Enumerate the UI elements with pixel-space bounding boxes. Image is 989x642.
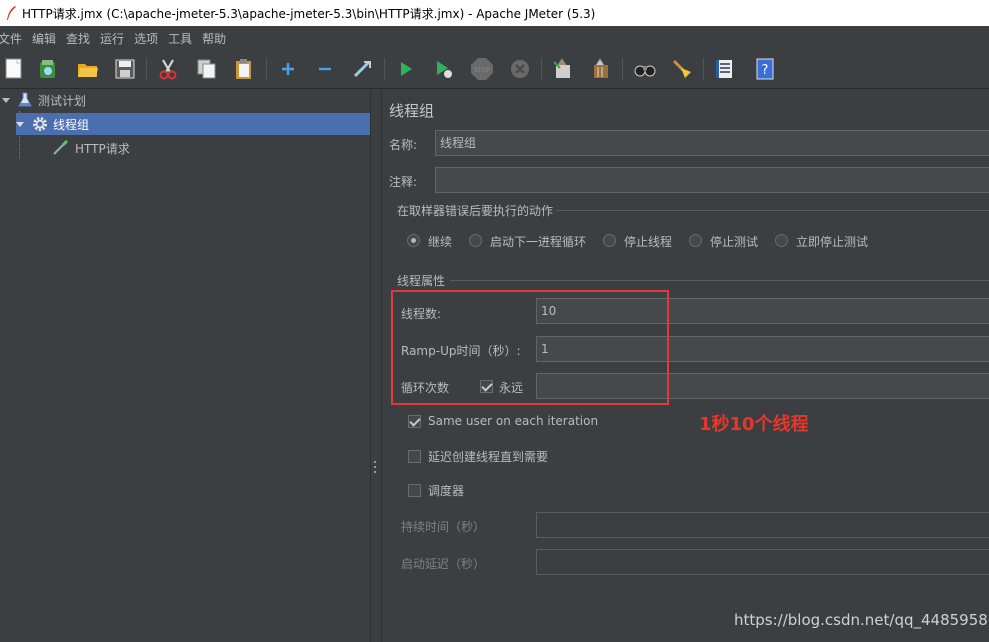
thread-properties-section-title: 线程属性 xyxy=(397,274,446,288)
menu-run[interactable]: 运行 xyxy=(100,30,124,47)
scheduler-checkbox[interactable] xyxy=(408,484,421,497)
radio-stop-test[interactable] xyxy=(689,234,702,247)
add-icon[interactable] xyxy=(276,57,300,81)
cut-icon[interactable] xyxy=(156,57,180,81)
duration-label: 持续时间（秒） xyxy=(401,520,486,534)
menu-search[interactable]: 查找 xyxy=(66,30,90,47)
panel-title: 线程组 xyxy=(389,102,435,120)
stop-icon[interactable]: STOP xyxy=(470,57,494,81)
tree-label: 测试计划 xyxy=(38,93,87,108)
menu-options[interactable]: 选项 xyxy=(134,30,158,47)
comment-input[interactable] xyxy=(435,167,989,193)
start-no-pauses-icon[interactable] xyxy=(432,57,456,81)
scheduler-label: 调度器 xyxy=(428,484,465,498)
radio-continue[interactable] xyxy=(407,234,420,247)
name-input[interactable]: 线程组 xyxy=(435,130,989,156)
watermark: https://blog.csdn.net/qq_44859586 xyxy=(734,611,989,629)
function-helper-icon[interactable] xyxy=(713,57,737,81)
tree-label: 线程组 xyxy=(53,117,90,132)
gear-icon xyxy=(33,117,47,131)
pipette-icon xyxy=(53,140,69,155)
clear-icon[interactable] xyxy=(551,57,575,81)
toggle-icon[interactable] xyxy=(351,57,375,81)
radio-stop-test-label: 停止测试 xyxy=(710,235,759,249)
help-icon[interactable]: ? xyxy=(753,57,777,81)
remove-icon[interactable] xyxy=(313,57,337,81)
radio-stop-test-now-label: 立即停止测试 xyxy=(796,235,869,249)
name-label: 名称: xyxy=(389,138,418,152)
annotation-highlight-box xyxy=(391,290,669,405)
menu-bar: 文件 编辑 查找 运行 选项 工具 帮助 xyxy=(0,26,989,50)
tree-item-test-plan[interactable]: 测试计划 xyxy=(0,89,86,111)
same-user-checkbox[interactable] xyxy=(408,415,421,428)
radio-stop-test-now[interactable] xyxy=(775,234,788,247)
svg-text:?: ? xyxy=(762,63,769,78)
tree-label: HTTP请求 xyxy=(75,141,130,156)
window-title: HTTP请求.jmx (C:\apache-jmeter-5.3\apache-… xyxy=(22,6,596,21)
open-folder-icon[interactable] xyxy=(76,57,100,81)
paste-icon[interactable] xyxy=(232,57,256,81)
duration-input xyxy=(536,512,989,538)
menu-help[interactable]: 帮助 xyxy=(202,30,226,47)
copy-icon[interactable] xyxy=(195,57,219,81)
search-binoculars-icon[interactable] xyxy=(633,57,657,81)
expand-arrow-icon[interactable] xyxy=(2,97,10,103)
same-user-label: Same user on each iteration xyxy=(428,414,599,428)
annotation-text: 1秒10个线程 xyxy=(699,414,809,435)
section-divider xyxy=(556,210,989,211)
radio-stop-thread-label: 停止线程 xyxy=(624,235,673,249)
flask-icon xyxy=(18,92,32,107)
comment-label: 注释: xyxy=(389,175,418,189)
save-icon[interactable] xyxy=(113,57,137,81)
tree-item-thread-group[interactable]: 线程组 xyxy=(16,113,370,135)
radio-stop-thread[interactable] xyxy=(603,234,616,247)
radio-continue-label: 继续 xyxy=(428,235,453,249)
tree-item-http-request[interactable]: HTTP请求 xyxy=(52,137,130,159)
start-icon[interactable] xyxy=(394,57,418,81)
menu-file[interactable]: 文件 xyxy=(0,30,22,47)
title-bar: HTTP请求.jmx (C:\apache-jmeter-5.3\apache-… xyxy=(0,0,989,26)
delay-thread-creation-checkbox[interactable] xyxy=(408,450,421,463)
delay-thread-creation-label: 延迟创建线程直到需要 xyxy=(428,450,549,464)
toolbar: STOP ? xyxy=(0,50,989,89)
split-pane-divider[interactable] xyxy=(370,89,382,642)
menu-tools[interactable]: 工具 xyxy=(168,30,192,47)
startup-delay-label: 启动延迟（秒） xyxy=(401,557,486,571)
error-action-section-title: 在取样器错误后要执行的动作 xyxy=(397,204,554,218)
templates-icon[interactable] xyxy=(36,57,60,81)
svg-text:STOP: STOP xyxy=(474,67,490,74)
section-divider xyxy=(450,280,989,281)
jmeter-feather-icon xyxy=(7,6,16,20)
reset-search-broom-icon[interactable] xyxy=(670,57,694,81)
startup-delay-input xyxy=(536,549,989,575)
radio-start-next-loop-label: 启动下一进程循环 xyxy=(490,235,587,249)
test-plan-tree: 测试计划 线程组 HTTP请求 xyxy=(0,89,370,642)
expand-arrow-icon[interactable] xyxy=(16,121,24,127)
clear-all-icon[interactable] xyxy=(589,57,613,81)
radio-start-next-loop[interactable] xyxy=(469,234,482,247)
shutdown-icon[interactable] xyxy=(508,57,532,81)
new-file-icon[interactable] xyxy=(2,57,26,81)
menu-edit[interactable]: 编辑 xyxy=(32,30,56,47)
